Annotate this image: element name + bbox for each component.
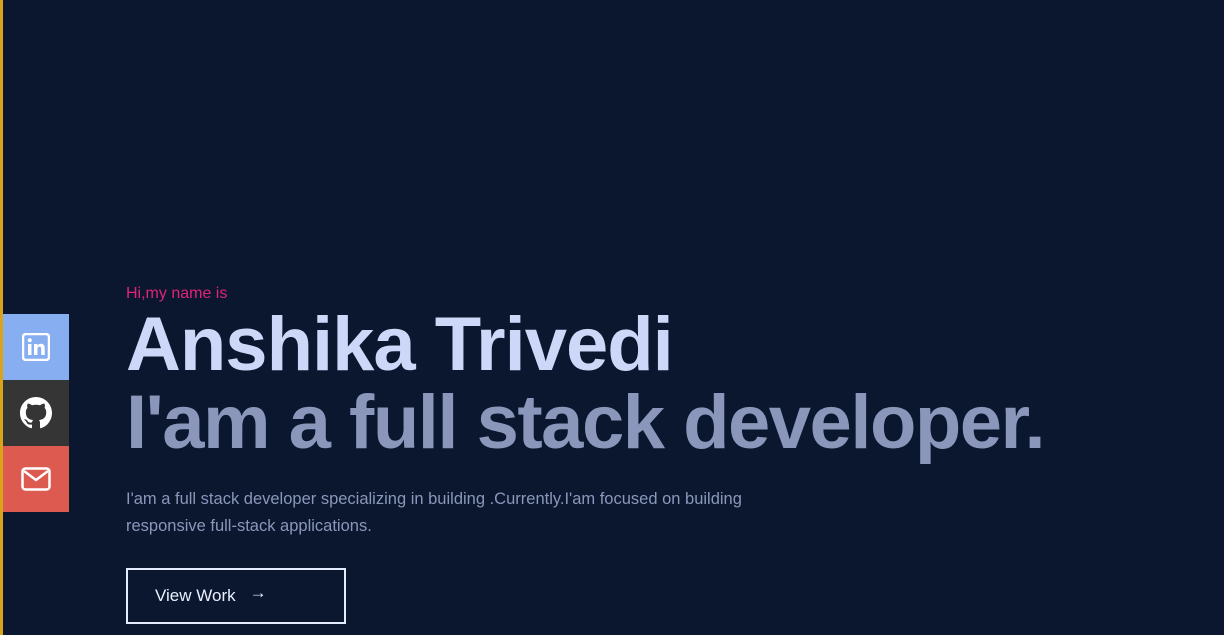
mail-icon [21, 467, 51, 491]
github-icon [20, 397, 52, 429]
hero-name: Anshika Trivedi [126, 302, 674, 387]
mail-link[interactable] [3, 446, 69, 512]
social-links [3, 314, 69, 512]
page: Hi,my name is Anshika Trivedi I'am a ful… [0, 0, 1224, 635]
hero-section: Hi,my name is Anshika Trivedi I'am a ful… [126, 282, 1206, 624]
github-link[interactable] [3, 380, 69, 446]
hero-description: I'am a full stack developer specializing… [126, 490, 742, 535]
arrow-right-icon: → [249, 583, 267, 602]
view-work-button[interactable]: View Work → [126, 568, 346, 624]
linkedin-icon [22, 333, 50, 361]
hero-tagline: I'am a full stack developer. [126, 380, 1046, 465]
linkedin-link[interactable] [3, 314, 69, 380]
view-work-label: View Work [155, 586, 236, 605]
